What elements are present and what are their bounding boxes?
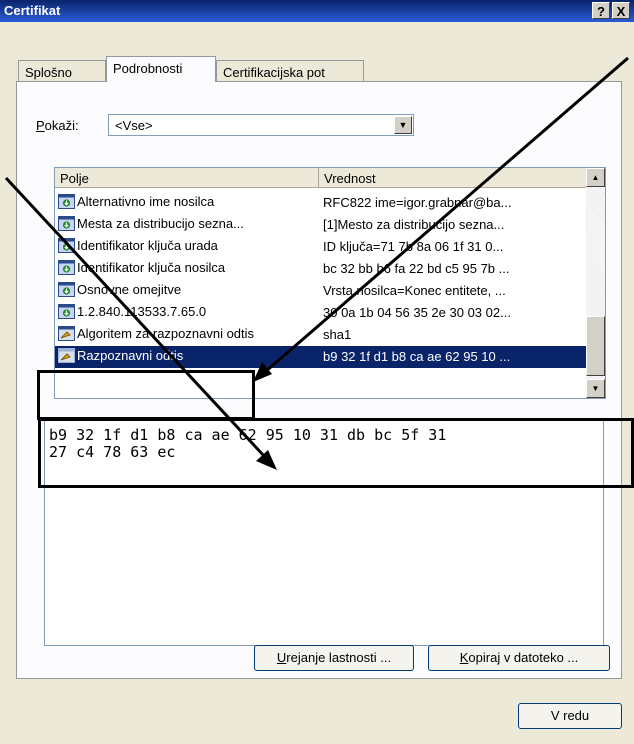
field-value: b9 32 1f d1 b8 ca ae 62 95 10 ... <box>323 349 511 364</box>
list-item-selected[interactable]: Razpoznavni odtis b9 32 1f d1 b8 ca ae 6… <box>55 346 587 368</box>
edit-properties-button[interactable]: Urejanje lastnosti ... <box>254 645 414 671</box>
show-label-mnemonic: P <box>36 118 45 133</box>
thumbprint-line-2: 27 c4 78 63 ec <box>49 443 176 461</box>
certificate-field-icon <box>58 238 75 253</box>
thumbprint-line-1: b9 32 1f d1 b8 ca ae 62 95 10 31 db bc 5… <box>49 426 447 444</box>
field-name: 1.2.840.113533.7.65.0 <box>77 304 207 319</box>
field-value: sha1 <box>323 327 352 342</box>
close-button[interactable]: X <box>612 2 630 19</box>
title-bar[interactable]: Certifikat ? X <box>0 0 634 22</box>
value-detail-textbox[interactable]: b9 32 1f d1 b8 ca ae 62 95 10 31 db bc 5… <box>44 420 604 646</box>
list-scrollbar[interactable]: ▲ ▼ <box>586 168 605 398</box>
field-list[interactable]: Polje Vrednost Alternativno ime nosilca … <box>54 167 606 399</box>
chevron-down-icon[interactable]: ▼ <box>394 116 412 134</box>
property-field-icon <box>58 326 75 341</box>
certificate-field-icon <box>58 282 75 297</box>
certificate-field-icon <box>58 260 75 275</box>
show-label-text: okaži: <box>44 118 79 133</box>
field-value: 30 0a 1b 04 56 35 2e 30 03 02... <box>323 305 511 320</box>
edit-label: rejanje lastnosti ... <box>286 650 392 665</box>
list-item[interactable]: Algoritem za razpoznavni odtis sha1 <box>55 324 587 346</box>
field-name: Osnovne omejitve <box>77 282 182 297</box>
ok-button[interactable]: V redu <box>518 703 622 729</box>
field-value: Vrsta nosilca=Konec entitete, ... <box>323 283 506 298</box>
field-name: Razpoznavni odtis <box>77 348 184 363</box>
scrollbar-thumb[interactable] <box>586 316 605 376</box>
column-header-field[interactable]: Polje <box>55 168 319 188</box>
window-title: Certifikat <box>4 3 61 18</box>
list-item[interactable]: Identifikator ključa urada ID ključa=71 … <box>55 236 587 258</box>
field-name: Identifikator ključa urada <box>77 238 218 253</box>
scroll-down-icon[interactable]: ▼ <box>586 379 605 398</box>
help-button[interactable]: ? <box>592 2 610 19</box>
field-name: Mesta za distribucijo sezna... <box>77 216 244 231</box>
certificate-field-icon <box>58 304 75 319</box>
list-item[interactable]: Alternativno ime nosilca RFC822 ime=igor… <box>55 192 587 214</box>
scroll-up-icon[interactable]: ▲ <box>586 168 605 187</box>
certificate-field-icon <box>58 194 75 209</box>
tab-general[interactable]: Splošno <box>18 60 106 82</box>
show-label: Pokaži: <box>36 118 79 133</box>
tab-details[interactable]: Podrobnosti <box>106 56 216 82</box>
list-item[interactable]: Osnovne omejitve Vrsta nosilca=Konec ent… <box>55 280 587 302</box>
field-name: Identifikator ključa nosilca <box>77 260 226 275</box>
field-value: RFC822 ime=igor.grabnar@ba... <box>323 195 512 210</box>
copy-to-file-button[interactable]: Kopiraj v datoteko ... <box>428 645 610 671</box>
column-header-value[interactable]: Vrednost <box>319 168 587 188</box>
list-item[interactable]: 1.2.840.113533.7.65.0 30 0a 1b 04 56 35 … <box>55 302 587 324</box>
list-item[interactable]: Mesta za distribucijo sezna... [1]Mesto … <box>55 214 587 236</box>
copy-label: opiraj v datoteko ... <box>468 650 579 665</box>
list-item[interactable]: Identifikator ključa nosilca bc 32 bb b6… <box>55 258 587 280</box>
field-value: bc 32 bb b6 fa 22 bd c5 95 7b ... <box>323 261 510 276</box>
thumbprint-hex: b9 32 1f d1 b8 ca ae 62 95 10 31 db bc 5… <box>49 427 446 461</box>
show-dropdown[interactable]: <Vse> ▼ <box>108 114 414 136</box>
edit-mnemonic: U <box>276 650 287 665</box>
field-value: [1]Mesto za distribucijo sezna... <box>323 217 505 232</box>
tab-certification-path[interactable]: Certifikacijska pot <box>216 60 364 82</box>
field-value: ID ključa=71 7b 8a 06 1f 31 0... <box>323 239 504 254</box>
certificate-field-icon <box>58 216 75 231</box>
field-name: Algoritem za razpoznavni odtis <box>77 326 255 341</box>
property-field-icon <box>58 348 75 363</box>
field-name: Alternativno ime nosilca <box>77 194 215 209</box>
show-dropdown-value: <Vse> <box>115 118 153 133</box>
